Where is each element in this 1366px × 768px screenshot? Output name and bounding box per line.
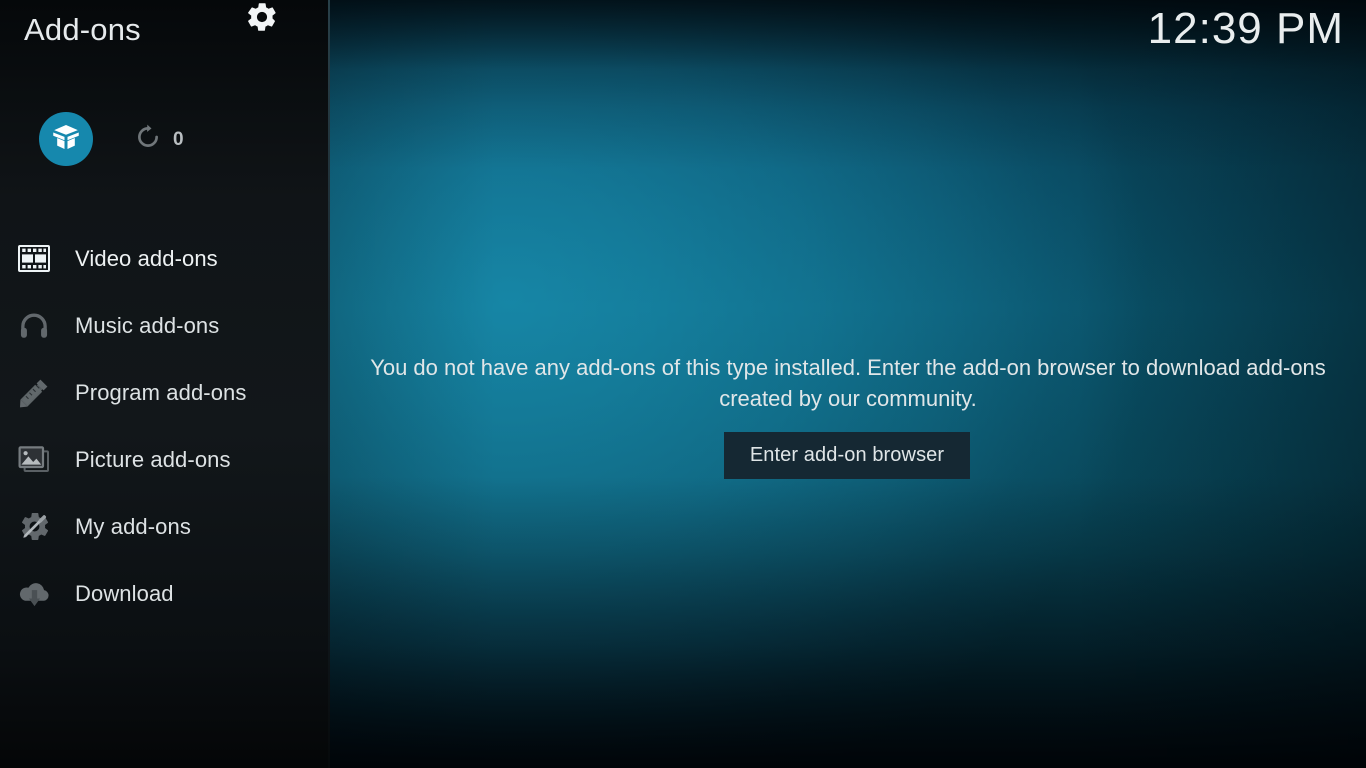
sidebar-item-my-addons[interactable]: My add-ons (0, 493, 330, 560)
enter-addon-browser-button[interactable]: Enter add-on browser (724, 432, 970, 479)
photo-icon (16, 442, 52, 478)
sidebar-menu: Video add-ons Music add-ons Program add-… (0, 225, 330, 627)
open-box-icon (51, 122, 81, 157)
sidebar-item-label: Music add-ons (75, 312, 220, 338)
sidebar-item-label: My add-ons (75, 513, 191, 539)
header-icon-row: 0 (0, 3, 330, 166)
addon-browser-button[interactable] (39, 112, 93, 166)
refresh-status[interactable]: 0 (134, 123, 184, 156)
sidebar-item-picture-addons[interactable]: Picture add-ons (0, 426, 330, 493)
gear-icon[interactable] (245, 0, 279, 39)
kodi-addons-screen: Add-ons 0 Video add-ons Music add-ons Pr… (0, 0, 1366, 768)
sidebar-item-video-addons[interactable]: Video add-ons (0, 225, 330, 292)
refresh-count: 0 (173, 128, 184, 150)
sidebar: Add-ons 0 Video add-ons Music add-ons Pr… (0, 0, 330, 768)
page-title: Add-ons (24, 12, 141, 47)
sidebar-item-label: Video add-ons (75, 245, 218, 271)
sidebar-item-label: Program add-ons (75, 379, 247, 405)
sidebar-item-label: Download (75, 580, 174, 606)
empty-state-message: You do not have any add-ons of this type… (370, 355, 1326, 411)
refresh-icon (134, 123, 162, 156)
film-strip-icon (16, 241, 52, 277)
sidebar-item-download[interactable]: Download (0, 560, 330, 627)
clock: 12:39 PM (1147, 4, 1344, 53)
cloud-download-icon (16, 576, 52, 612)
headphones-icon (16, 308, 52, 344)
ruler-pencil-icon (16, 375, 52, 411)
sidebar-item-program-addons[interactable]: Program add-ons (0, 359, 330, 426)
sidebar-item-music-addons[interactable]: Music add-ons (0, 292, 330, 359)
gear-screwdriver-icon (16, 509, 52, 545)
sidebar-item-label: Picture add-ons (75, 446, 231, 472)
